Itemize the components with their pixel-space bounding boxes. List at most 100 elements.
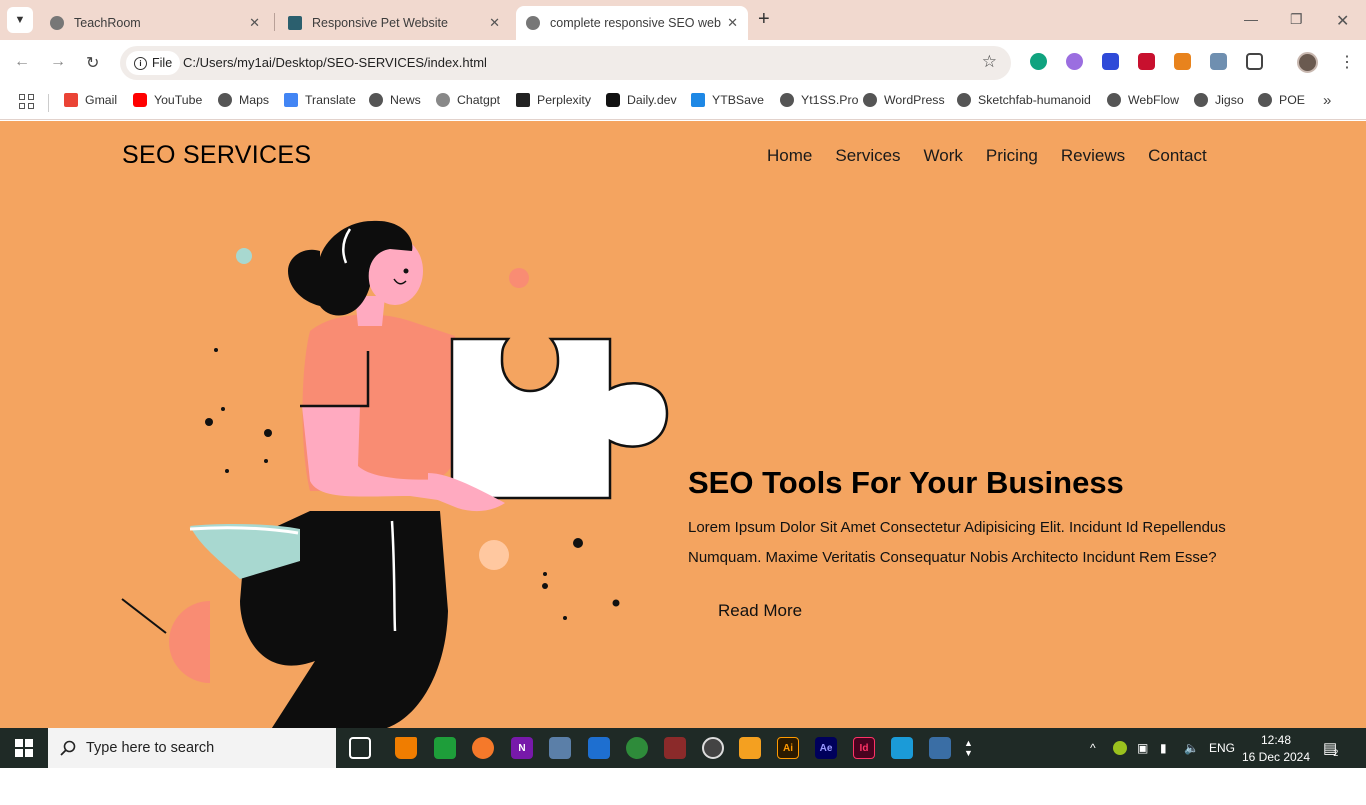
bookmark-gmail[interactable]: Gmail bbox=[64, 93, 117, 107]
vlc-icon[interactable] bbox=[395, 737, 417, 759]
bookmark-label: News bbox=[390, 93, 421, 107]
battery-icon[interactable]: ▮ bbox=[1160, 728, 1167, 768]
bookmark-youtube[interactable]: YouTube bbox=[133, 93, 202, 107]
gmail-icon bbox=[64, 93, 78, 107]
task-view-icon[interactable] bbox=[349, 737, 371, 759]
meet-now-icon[interactable]: ▣ bbox=[1137, 728, 1148, 768]
notification-count: 2 bbox=[1333, 748, 1339, 758]
indesign-icon[interactable]: Id bbox=[853, 737, 875, 759]
bookmark-label: Daily.dev bbox=[627, 93, 677, 107]
bookmark-jigso[interactable]: Jigso bbox=[1194, 93, 1244, 107]
close-tab-icon[interactable]: ✕ bbox=[489, 15, 500, 31]
translate-icon bbox=[284, 93, 298, 107]
nav-contact-link[interactable]: Contact bbox=[1148, 146, 1207, 166]
url-text[interactable]: C:/Users/my1ai/Desktop/SEO-SERVICES/inde… bbox=[183, 55, 487, 70]
info-icon: i bbox=[134, 56, 147, 70]
illustrator-icon[interactable]: Ai bbox=[777, 737, 799, 759]
bookmark-poe[interactable]: POE bbox=[1258, 93, 1305, 107]
bookmark-label: Chatgpt bbox=[457, 93, 501, 107]
nav-work-link[interactable]: Work bbox=[924, 146, 963, 166]
bookmark-webflow[interactable]: WebFlow bbox=[1107, 93, 1179, 107]
bookmark-label: POE bbox=[1279, 93, 1305, 107]
after-effects-icon[interactable]: Ae bbox=[815, 737, 837, 759]
tab-strip: ▼ TeachRoom ✕ Responsive Pet Website ✕ c… bbox=[0, 0, 1366, 40]
extensions-puzzle-icon[interactable] bbox=[1246, 53, 1263, 70]
nav-reviews-link[interactable]: Reviews bbox=[1061, 146, 1125, 166]
nav-pricing-link[interactable]: Pricing bbox=[986, 146, 1038, 166]
bookmark-ytbsave[interactable]: YTBSave bbox=[691, 93, 764, 107]
bookmark-wordpress[interactable]: WordPress bbox=[863, 93, 945, 107]
money-app-icon[interactable] bbox=[626, 737, 648, 759]
remote-desktop-icon[interactable] bbox=[588, 737, 610, 759]
site-info-chip[interactable]: i File bbox=[126, 51, 181, 75]
bookmark-chatgpt[interactable]: Chatgpt bbox=[436, 93, 500, 107]
tab-responsive-pet-website[interactable]: Responsive Pet Website ✕ bbox=[278, 6, 510, 40]
tab-seo-website[interactable]: complete responsive SEO websi ✕ bbox=[516, 6, 748, 40]
minimize-button[interactable]: — bbox=[1244, 11, 1258, 27]
chatgpt-extension-icon[interactable] bbox=[1030, 53, 1047, 70]
bookmark-perplexity[interactable]: Perplexity bbox=[516, 93, 591, 107]
taskbar-scroll-arrows[interactable]: ▲ ▼ bbox=[964, 728, 973, 768]
nav-home-link[interactable]: Home bbox=[767, 146, 812, 166]
new-tab-button[interactable]: + bbox=[758, 9, 770, 29]
perplexity-icon bbox=[516, 93, 530, 107]
network-app-icon[interactable] bbox=[549, 737, 571, 759]
tab-teachroom[interactable]: TeachRoom ✕ bbox=[40, 6, 270, 40]
vscode-icon[interactable] bbox=[891, 737, 913, 759]
reload-button[interactable]: ↻ bbox=[86, 53, 99, 73]
nav-services-link[interactable]: Services bbox=[835, 146, 900, 166]
spreadsheet-app-icon[interactable] bbox=[434, 737, 456, 759]
input-language[interactable]: ENG bbox=[1209, 728, 1235, 768]
site-logo[interactable]: SEO SERVICES bbox=[122, 141, 311, 170]
profile-avatar[interactable] bbox=[1297, 52, 1318, 73]
bookmark-maps[interactable]: Maps bbox=[218, 93, 269, 107]
close-tab-icon[interactable]: ✕ bbox=[727, 15, 738, 31]
camera-extension-icon[interactable] bbox=[1210, 53, 1227, 70]
taskbar-search-box[interactable]: Type here to search bbox=[48, 728, 336, 768]
tab-divider bbox=[274, 13, 275, 31]
address-bar[interactable]: i File C:/Users/my1ai/Desktop/SEO-SERVIC… bbox=[120, 46, 1011, 80]
bookmark-dailydev[interactable]: Daily.dev bbox=[606, 93, 677, 107]
restore-button[interactable]: ❐ bbox=[1290, 11, 1303, 28]
read-more-button[interactable]: Read More bbox=[718, 601, 802, 621]
metamask-extension-icon[interactable] bbox=[1174, 53, 1191, 70]
apps-grid-icon[interactable] bbox=[19, 94, 34, 109]
windows-taskbar: Type here to search N Ai Ae Id ▲ ▼ ^ ▣ ▮ … bbox=[0, 728, 1366, 768]
bookmark-news[interactable]: News bbox=[369, 93, 421, 107]
system-clock[interactable]: 12:48 16 Dec 2024 bbox=[1238, 732, 1314, 766]
hex-extension-icon[interactable] bbox=[1138, 53, 1155, 70]
search-placeholder: Type here to search bbox=[86, 740, 215, 756]
show-hidden-icons-chevron[interactable]: ^ bbox=[1090, 728, 1096, 768]
volume-icon[interactable]: 🔈 bbox=[1184, 728, 1199, 768]
browser-menu-icon[interactable]: ⋮ bbox=[1339, 52, 1355, 72]
brain-extension-icon[interactable] bbox=[1066, 53, 1083, 70]
media-player-icon[interactable] bbox=[702, 737, 724, 759]
main-nav: Home Services Work Pricing Reviews Conta… bbox=[767, 146, 1207, 166]
globe-icon bbox=[526, 16, 540, 30]
site-favicon-icon bbox=[288, 16, 302, 30]
more-bookmarks-chevron-icon[interactable]: » bbox=[1323, 92, 1331, 109]
winrar-icon[interactable] bbox=[664, 737, 686, 759]
video-player-icon[interactable] bbox=[739, 737, 761, 759]
bookmark-yt1ss[interactable]: Yt1SS.Pro bbox=[780, 93, 858, 107]
bookmark-translate[interactable]: Translate bbox=[284, 93, 356, 107]
teal-dot-icon bbox=[236, 248, 252, 264]
close-window-button[interactable]: ✕ bbox=[1336, 11, 1349, 31]
bookmarks-divider bbox=[48, 94, 49, 112]
audio-extension-icon[interactable] bbox=[1102, 53, 1119, 70]
tray-app-icon[interactable] bbox=[1113, 728, 1127, 768]
tab-search-button[interactable]: ▼ bbox=[7, 7, 33, 33]
hero-description: Lorem Ipsum Dolor Sit Amet Consectetur A… bbox=[688, 519, 1226, 566]
bookmark-sketchfab[interactable]: Sketchfab-humanoid bbox=[957, 93, 1091, 107]
notifications-button[interactable]: ▤ 2 bbox=[1323, 728, 1338, 768]
onenote-icon[interactable]: N bbox=[511, 737, 533, 759]
forward-button[interactable]: → bbox=[50, 53, 66, 71]
back-button[interactable]: ← bbox=[14, 53, 30, 71]
blender-icon[interactable] bbox=[472, 737, 494, 759]
mysql-workbench-icon[interactable] bbox=[929, 737, 951, 759]
bookmark-star-icon[interactable]: ☆ bbox=[982, 52, 997, 72]
bookmark-label: Sketchfab-humanoid bbox=[978, 93, 1091, 107]
close-tab-icon[interactable]: ✕ bbox=[249, 15, 260, 31]
chip-label: File bbox=[152, 56, 173, 70]
start-button[interactable] bbox=[0, 728, 48, 768]
